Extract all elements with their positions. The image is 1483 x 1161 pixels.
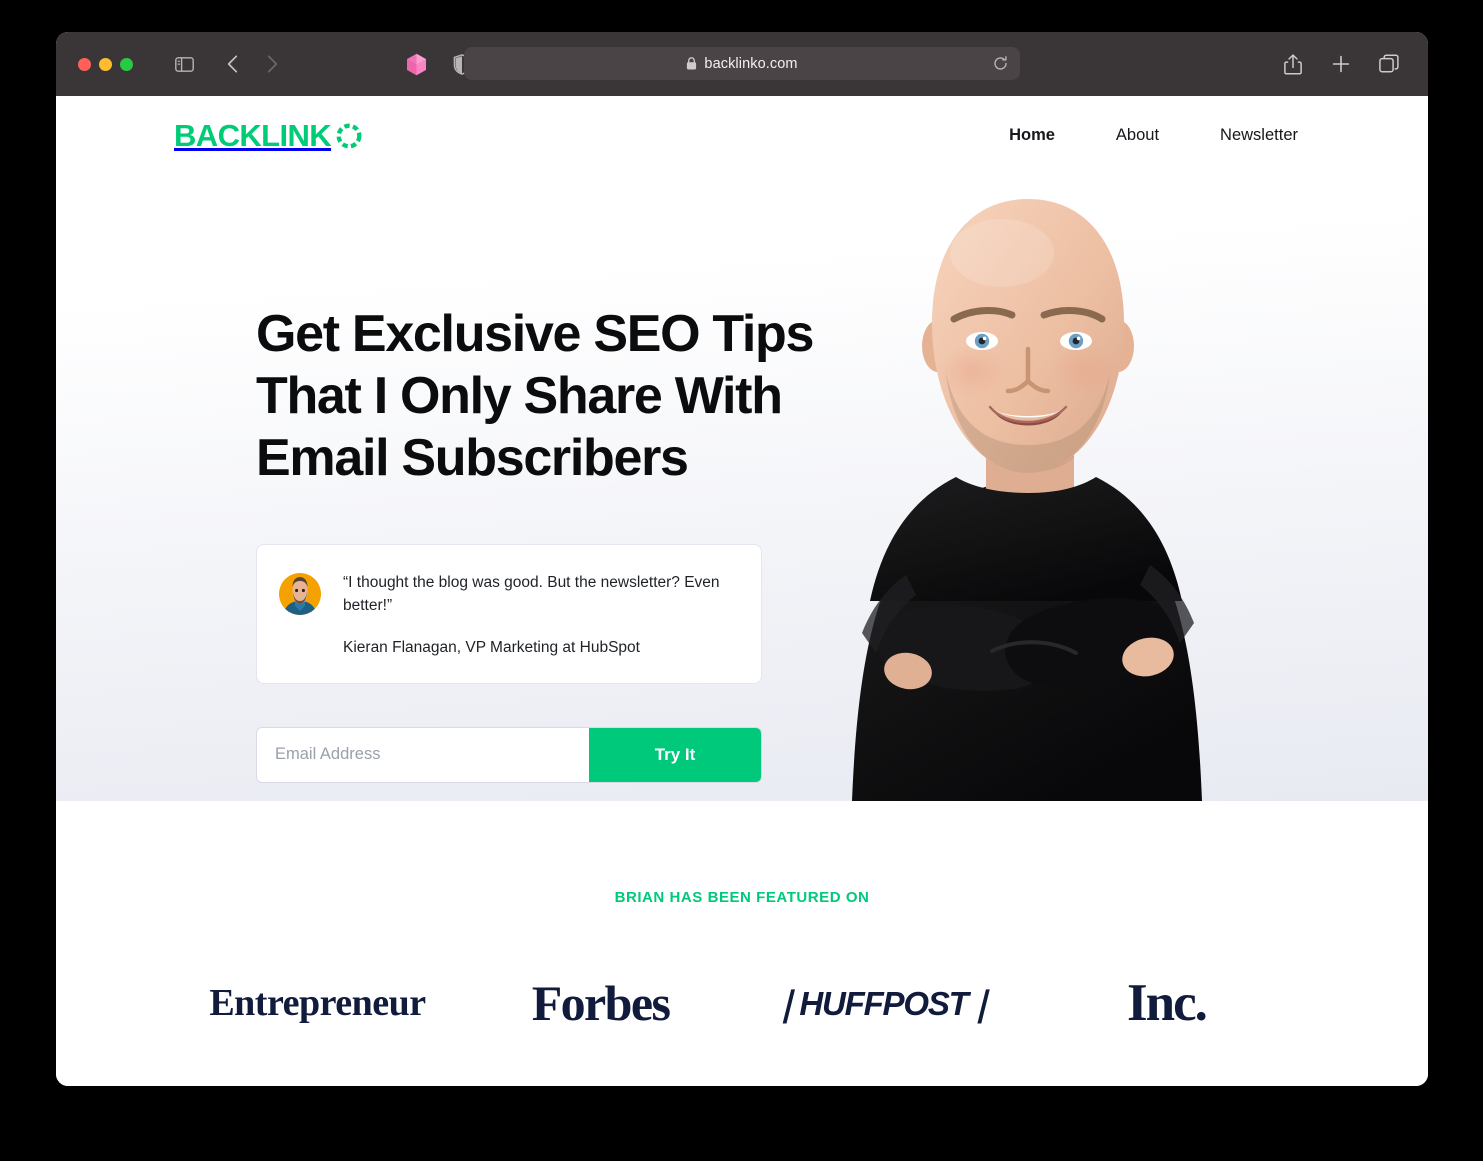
lock-icon: [687, 57, 697, 70]
page-content: BACKLINK Home About Newsletter Get Exclu…: [56, 96, 1428, 1086]
press-logo-inc: Inc.: [1025, 968, 1308, 1038]
kieran-flanagan-avatar-image: [279, 572, 321, 615]
press-logo-entrepreneur: Entrepreneur: [176, 968, 459, 1038]
nav-item-home[interactable]: Home: [1009, 120, 1055, 151]
press-logo-row: Entrepreneur Forbes ❘HUFFPOST❘ Inc.: [56, 968, 1428, 1038]
cube-extension-icon: [406, 53, 426, 75]
testimonial-quote: “I thought the blog was good. But the ne…: [343, 573, 720, 615]
hero-section: BACKLINK Home About Newsletter Get Exclu…: [56, 96, 1428, 801]
email-input[interactable]: [257, 727, 589, 782]
url-text: backlinko.com: [704, 55, 798, 72]
press-logo-forbes: Forbes: [459, 968, 742, 1038]
testimonial-body: “I thought the blog was good. But the ne…: [343, 571, 733, 659]
sidebar-icon: [174, 56, 194, 72]
hero-headline: Get Exclusive SEO Tips That I Only Share…: [256, 305, 814, 487]
toolbar-right-tools: [1276, 49, 1406, 79]
try-it-button[interactable]: Try It: [589, 727, 761, 782]
close-window-button[interactable]: [78, 57, 91, 71]
forward-button[interactable]: [255, 49, 289, 79]
newsletter-signup-form: Try It: [256, 726, 762, 783]
testimonial-card: “I thought the blog was good. But the ne…: [256, 543, 762, 684]
featured-eyebrow: BRIAN HAS BEEN FEATURED ON: [614, 889, 870, 906]
chevron-right-icon: [267, 55, 277, 73]
site-logo[interactable]: BACKLINK: [174, 120, 364, 151]
nav-item-newsletter[interactable]: Newsletter: [1220, 120, 1298, 151]
site-logo-text: BACKLINK: [174, 118, 332, 153]
press-logo-entrepreneur-text: Entrepreneur: [209, 982, 426, 1024]
browser-window: backlinko.com BACKLINK Home About Newsle…: [56, 32, 1428, 1086]
hero-copy: Get Exclusive SEO Tips That I Only Share…: [256, 304, 876, 783]
chevron-left-icon: [227, 55, 237, 73]
share-button[interactable]: [1276, 49, 1310, 79]
minimize-window-button[interactable]: [99, 57, 112, 71]
browser-toolbar: backlinko.com: [56, 32, 1428, 96]
press-logo-forbes-text: Forbes: [531, 975, 671, 1031]
navigation-arrows: [215, 49, 289, 79]
tab-overview-button[interactable]: [1372, 49, 1406, 79]
main-navigation: Home About Newsletter: [948, 120, 1298, 151]
maximize-window-button[interactable]: [120, 57, 133, 71]
press-logo-inc-text: Inc.: [1127, 974, 1208, 1032]
testimonial-avatar: [279, 572, 321, 615]
press-logo-huffpost: ❘HUFFPOST❘: [742, 968, 1025, 1038]
reload-button[interactable]: [990, 54, 1010, 74]
tab-overview-icon: [1379, 54, 1399, 73]
cube-extension-button[interactable]: [399, 49, 433, 79]
back-button[interactable]: [215, 49, 249, 79]
sidebar-toggle-button[interactable]: [167, 49, 201, 79]
featured-section: BRIAN HAS BEEN FEATURED ON Entrepreneur …: [56, 801, 1428, 1038]
site-header: BACKLINK Home About Newsletter: [56, 96, 1428, 151]
nav-item-about[interactable]: About: [1116, 120, 1159, 151]
share-icon: [1284, 53, 1302, 75]
reload-icon: [993, 56, 1007, 70]
traffic-lights: [78, 57, 133, 71]
dotted-circle-o-icon: [336, 123, 362, 148]
new-tab-button[interactable]: [1324, 49, 1358, 79]
testimonial-attribution: Kieran Flanagan, VP Marketing at HubSpot: [343, 638, 640, 656]
address-bar[interactable]: backlinko.com: [464, 47, 1020, 80]
press-logo-huffpost-text: ❘HUFFPOST❘: [772, 984, 995, 1022]
plus-icon: [1332, 55, 1350, 73]
